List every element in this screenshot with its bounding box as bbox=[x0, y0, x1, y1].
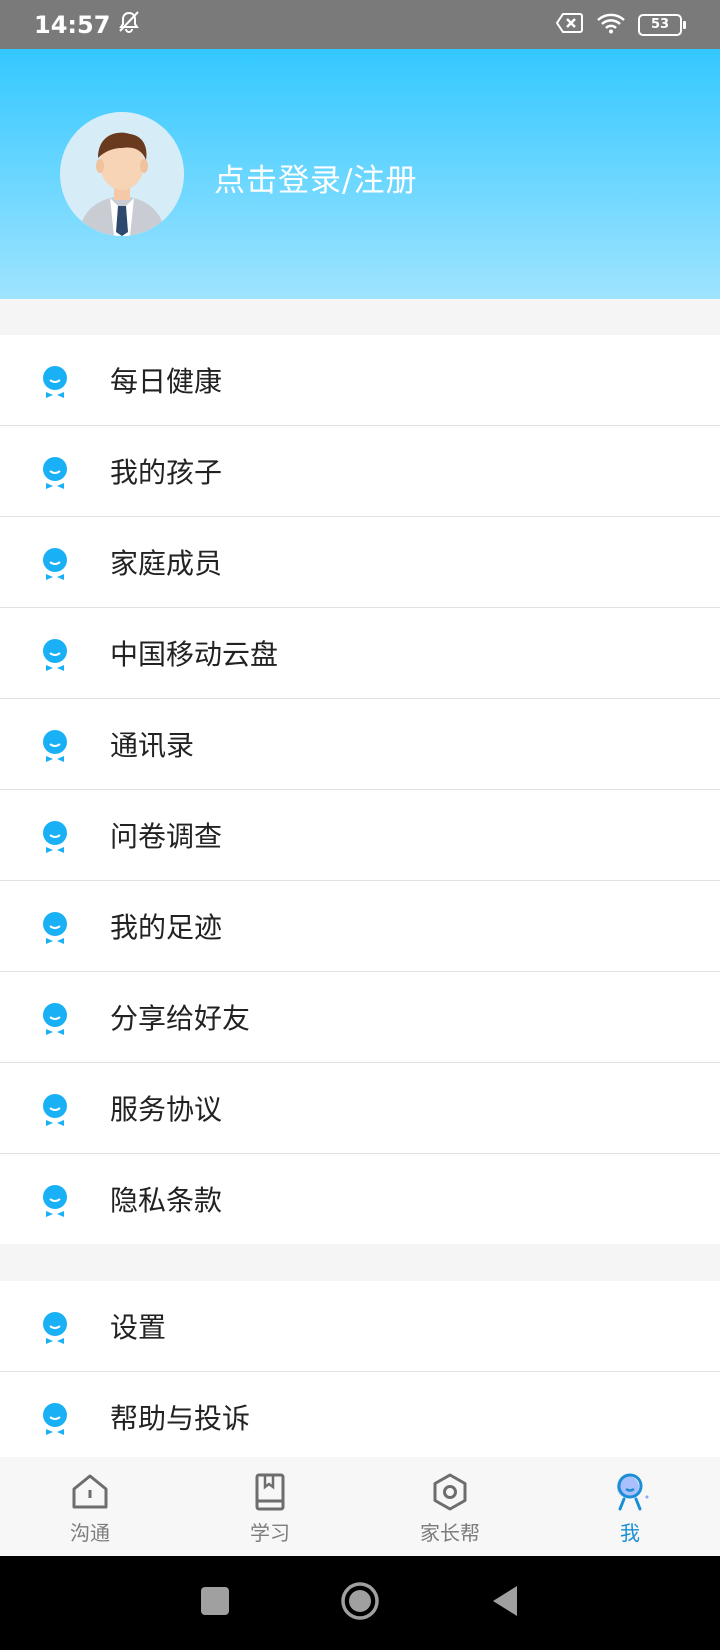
menu-item-service-agreement[interactable]: 服务协议 bbox=[0, 1063, 720, 1154]
tab-communicate[interactable]: 沟通 bbox=[0, 1457, 180, 1556]
mascot-icon bbox=[40, 365, 70, 399]
menu-item-help-complaint[interactable]: 帮助与投诉 bbox=[0, 1372, 720, 1462]
menu-item-cloud-drive[interactable]: 中国移动云盘 bbox=[0, 608, 720, 699]
mascot-icon bbox=[40, 911, 70, 945]
sim-off-icon bbox=[555, 12, 584, 38]
hexagon-icon bbox=[433, 1473, 467, 1511]
system-nav-bar bbox=[0, 1556, 720, 1650]
menu-item-label: 每日健康 bbox=[110, 365, 223, 398]
menu-item-label: 服务协议 bbox=[110, 1093, 223, 1126]
mascot-icon bbox=[40, 1311, 70, 1345]
mascot-icon bbox=[40, 1093, 70, 1127]
menu-item-label: 我的足迹 bbox=[110, 911, 223, 944]
profile-icon bbox=[617, 1473, 649, 1511]
mascot-icon bbox=[40, 456, 70, 490]
recents-button[interactable] bbox=[200, 1586, 230, 1620]
menu-item-label: 帮助与投诉 bbox=[110, 1402, 251, 1435]
avatar[interactable] bbox=[60, 112, 184, 236]
menu-item-label: 设置 bbox=[110, 1311, 167, 1344]
status-bar: 14:57 53 bbox=[0, 0, 720, 49]
tab-label: 学习 bbox=[250, 1521, 290, 1545]
menu-item-share[interactable]: 分享给好友 bbox=[0, 972, 720, 1063]
wifi-icon bbox=[596, 12, 626, 38]
mascot-icon bbox=[40, 638, 70, 672]
menu-item-label: 家庭成员 bbox=[110, 547, 223, 580]
back-button[interactable] bbox=[490, 1584, 520, 1622]
menu-item-privacy-policy[interactable]: 隐私条款 bbox=[0, 1154, 720, 1244]
tab-study[interactable]: 学习 bbox=[180, 1457, 360, 1556]
mute-icon bbox=[116, 10, 142, 40]
tab-label: 我 bbox=[620, 1521, 640, 1545]
mascot-icon bbox=[40, 547, 70, 581]
mascot-icon bbox=[40, 729, 70, 763]
mascot-icon bbox=[40, 820, 70, 854]
menu-item-label: 我的孩子 bbox=[110, 456, 223, 489]
battery-indicator: 53 bbox=[638, 13, 686, 36]
menu-group-main: 每日健康 我的孩子 家庭成员 中国移动云盘 通讯录 问卷调查 我的足迹 分享给好… bbox=[0, 335, 720, 1244]
menu-item-survey[interactable]: 问卷调查 bbox=[0, 790, 720, 881]
profile-header: 点击登录/注册 bbox=[0, 49, 720, 299]
home-button[interactable] bbox=[340, 1581, 380, 1625]
tab-parent-help[interactable]: 家长帮 bbox=[360, 1457, 540, 1556]
menu-item-label: 分享给好友 bbox=[110, 1002, 251, 1035]
login-register-link[interactable]: 点击登录/注册 bbox=[214, 155, 417, 200]
mascot-icon bbox=[40, 1184, 70, 1218]
menu-item-contacts[interactable]: 通讯录 bbox=[0, 699, 720, 790]
menu-item-label: 中国移动云盘 bbox=[110, 638, 279, 671]
menu-item-settings[interactable]: 设置 bbox=[0, 1281, 720, 1372]
menu-item-my-footprints[interactable]: 我的足迹 bbox=[0, 881, 720, 972]
menu-item-label: 问卷调查 bbox=[110, 820, 223, 853]
tab-me[interactable]: 我 bbox=[540, 1457, 720, 1556]
menu-item-my-children[interactable]: 我的孩子 bbox=[0, 426, 720, 517]
mascot-icon bbox=[40, 1402, 70, 1436]
menu-group-settings: 设置 帮助与投诉 bbox=[0, 1281, 720, 1462]
mascot-icon bbox=[40, 1002, 70, 1036]
home-icon bbox=[72, 1474, 108, 1509]
menu-item-label: 通讯录 bbox=[110, 729, 195, 762]
menu-item-daily-health[interactable]: 每日健康 bbox=[0, 335, 720, 426]
tab-label: 家长帮 bbox=[420, 1521, 480, 1545]
tab-label: 沟通 bbox=[70, 1521, 110, 1545]
book-icon bbox=[255, 1473, 285, 1511]
menu-item-label: 隐私条款 bbox=[110, 1184, 223, 1217]
menu-item-family-members[interactable]: 家庭成员 bbox=[0, 517, 720, 608]
bottom-tab-bar: 沟通 学习 家长帮 我 bbox=[0, 1457, 720, 1556]
status-time: 14:57 bbox=[34, 10, 111, 39]
